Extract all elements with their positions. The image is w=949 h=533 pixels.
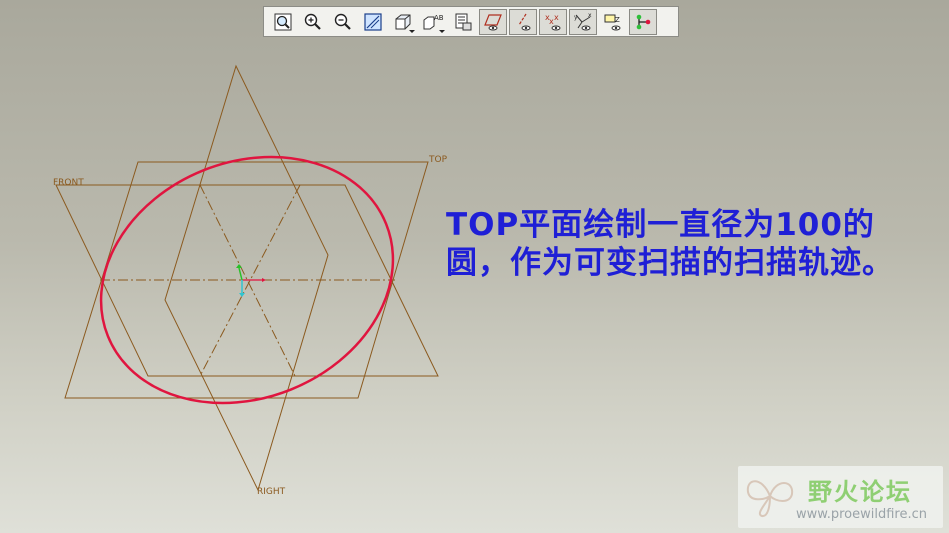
watermark-title: 野火论坛 [808, 478, 912, 506]
svg-text:x: x [588, 12, 592, 19]
right-label: RIGHT [257, 487, 286, 497]
coordinate-systems-icon: y x [574, 12, 592, 30]
top-label: TOP [428, 155, 448, 165]
svg-text:x: x [554, 13, 559, 22]
annotations-button[interactable]: Z [599, 9, 627, 35]
spin-center-icon [636, 14, 651, 29]
dropdown-arrow-icon [409, 29, 415, 33]
datum-planes-button[interactable] [479, 8, 507, 35]
zoom-out-button[interactable] [329, 9, 357, 35]
zoom-in-button[interactable] [299, 9, 327, 35]
datum-points-button[interactable]: x x x [539, 8, 567, 35]
spin-center-button[interactable] [629, 8, 657, 35]
saved-views-button[interactable]: AB [419, 9, 447, 35]
saved-views-icon: AB [423, 14, 444, 29]
forum-watermark: 野火论坛 www.proewildfire.cn [738, 466, 943, 528]
datum-planes-icon [484, 13, 502, 30]
refit-icon [274, 13, 292, 30]
svg-text:y: y [574, 14, 578, 21]
refit-button[interactable] [269, 9, 297, 35]
zoom-out-icon [334, 13, 351, 30]
front-label: FRONT [53, 178, 84, 188]
svg-text:Z: Z [615, 16, 620, 24]
svg-text:AB: AB [434, 14, 444, 22]
butterfly-logo-icon [746, 480, 794, 517]
coordinate-systems-button[interactable]: y x [569, 8, 597, 35]
dropdown-arrow-icon [439, 29, 445, 33]
svg-text:x: x [549, 17, 554, 26]
zoom-in-icon [304, 13, 321, 30]
datum-axes-button[interactable] [509, 8, 537, 35]
view-manager-icon [455, 13, 472, 30]
annotations-icon: Z [604, 14, 621, 30]
display-style-button[interactable] [389, 9, 417, 35]
repaint-button[interactable] [359, 9, 387, 35]
view-toolbar: AB x x x y x Z [263, 6, 679, 37]
repaint-icon [364, 12, 382, 31]
annotation-text: TOP平面绘制一直径为100的圆，作为可变扫描的扫描轨迹。 [446, 207, 894, 281]
datum-axes-icon [518, 13, 531, 30]
watermark-url: www.proewildfire.cn [796, 507, 927, 522]
display-style-icon [395, 14, 411, 29]
datum-points-icon: x x x [545, 13, 561, 30]
view-manager-button[interactable] [449, 9, 477, 35]
